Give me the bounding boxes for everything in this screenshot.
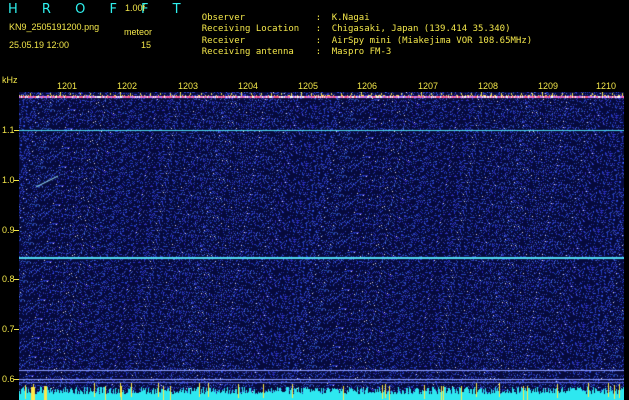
x-tick-label: 1208	[478, 81, 499, 91]
x-tick-label: 1210	[596, 81, 617, 91]
unit-label: kHz	[2, 75, 18, 85]
header-panel: H R O F F T 1.00f KN9_2505191200.png met…	[0, 0, 629, 75]
datetime-label: 25.05.19 12:00	[9, 40, 70, 50]
info-separator: :	[315, 47, 322, 57]
x-tick-label: 1203	[178, 81, 199, 91]
y-tick-label: 0.7	[2, 324, 15, 334]
app-title: H R O F F T	[8, 2, 191, 17]
spectrogram-canvas	[19, 92, 624, 400]
y-tick-label: 0.9	[2, 225, 15, 235]
y-tick-label: 1.1	[2, 125, 15, 135]
x-tick-label: 1206	[357, 81, 378, 91]
mode-label: meteor	[124, 27, 153, 37]
info-value: Maspro FM-3	[331, 47, 392, 57]
count-label: 15	[141, 40, 152, 50]
info-label: Receiving antenna	[201, 47, 294, 57]
x-tick-label: 1207	[418, 81, 439, 91]
x-tick-label: 1202	[117, 81, 138, 91]
y-tick-label: 0.6	[2, 374, 15, 384]
y-tick-label: 0.8	[2, 274, 15, 284]
x-tick-label: 1205	[298, 81, 319, 91]
info-row-antenna: Receiving antenna: Maspro FM-3	[180, 39, 392, 66]
x-tick-label: 1209	[538, 81, 559, 91]
filename-label: KN9_2505191200.png	[9, 22, 100, 32]
x-tick-label: 1204	[238, 81, 259, 91]
y-tick-label: 1.0	[2, 175, 15, 185]
version-label: 1.00f	[125, 3, 146, 13]
x-tick-label: 1201	[57, 81, 78, 91]
